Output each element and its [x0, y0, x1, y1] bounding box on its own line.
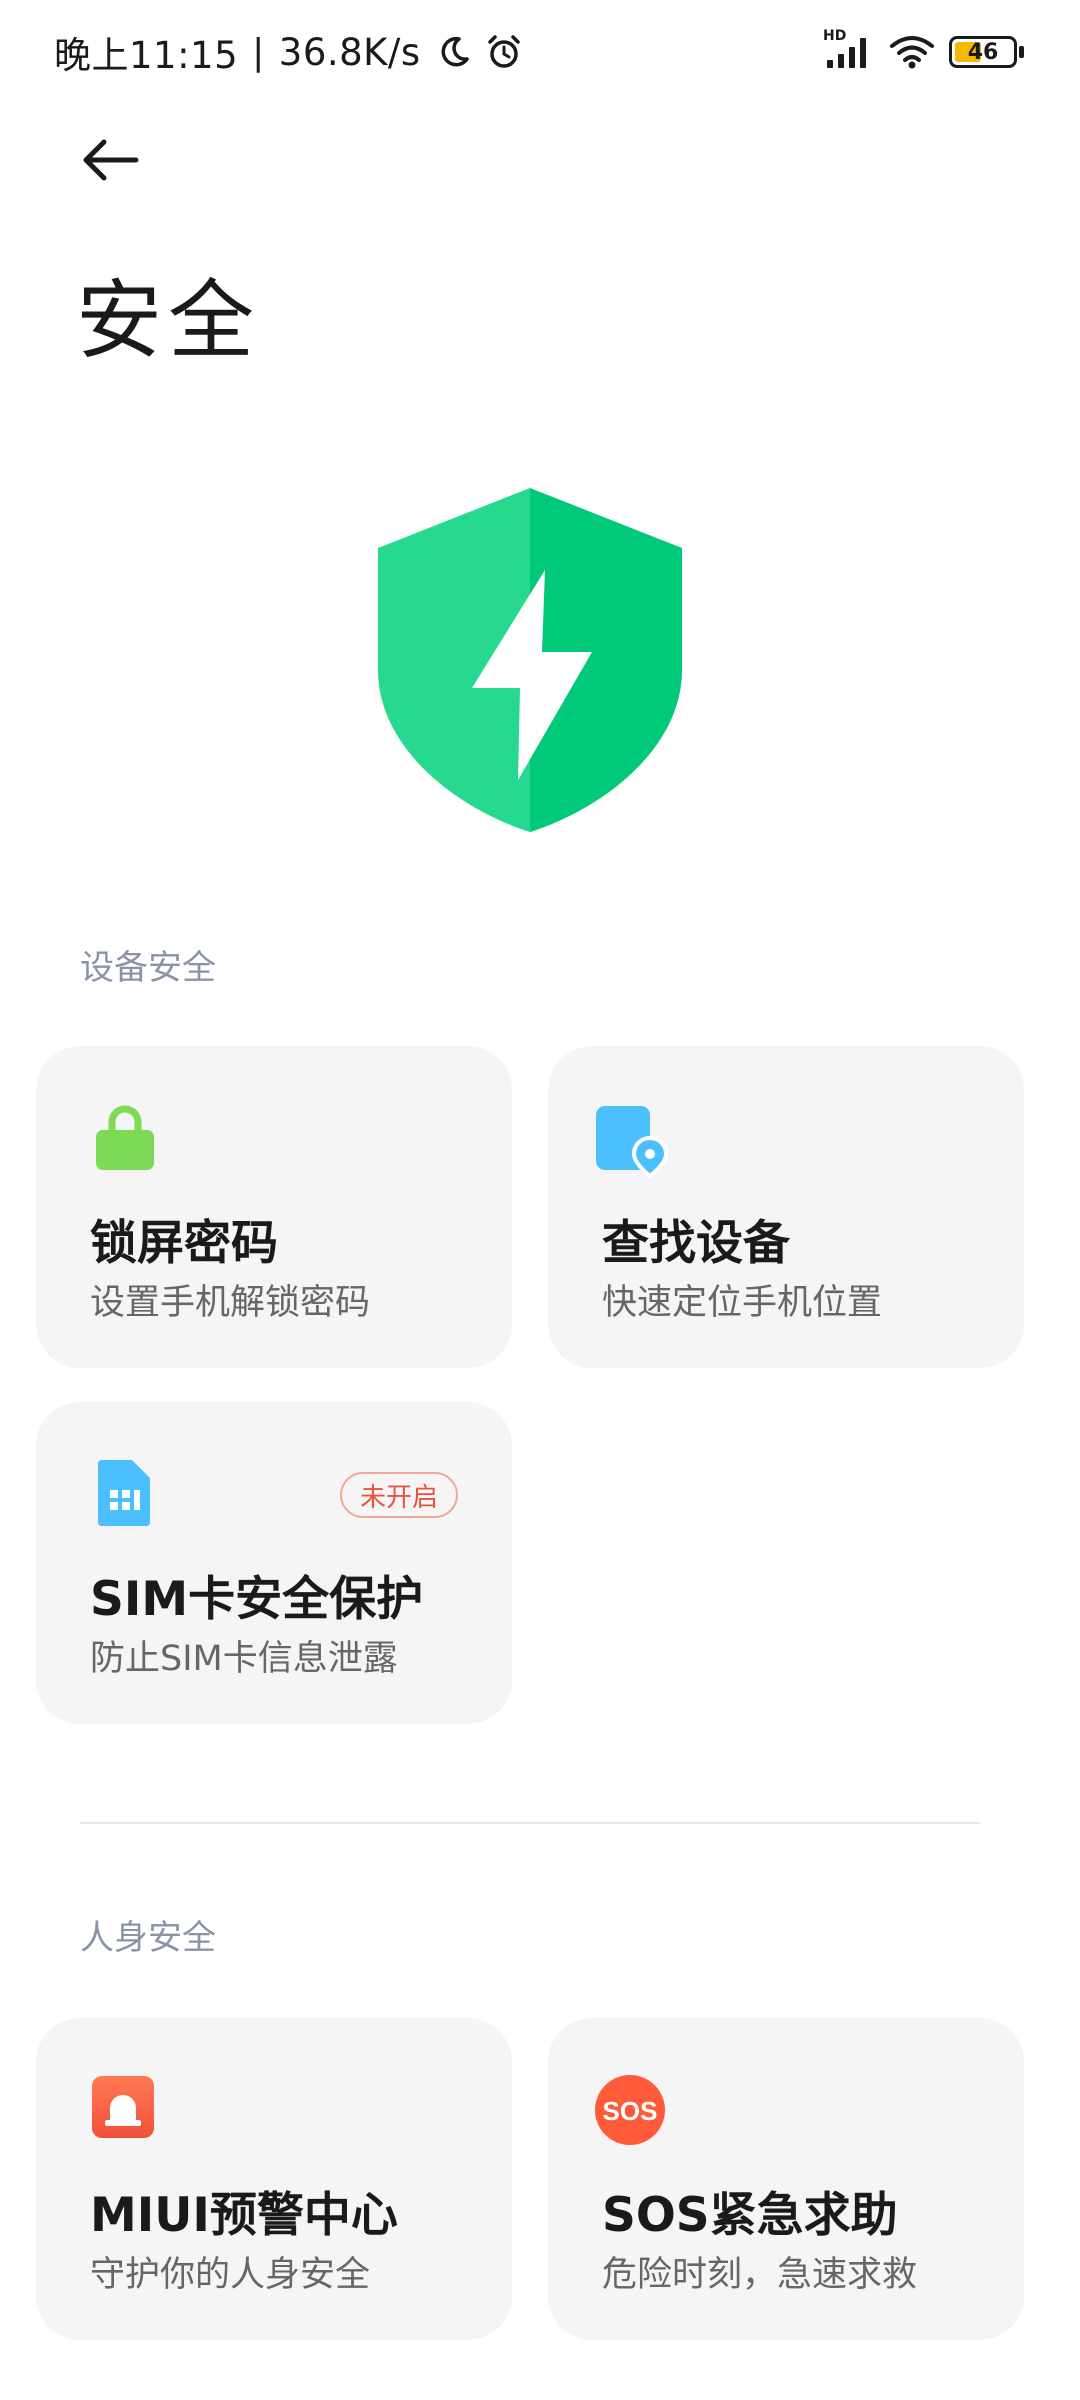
- status-bar: 晚上11:15 | 36.8K/s HD 46: [0, 0, 1080, 104]
- shield-icon: [370, 480, 690, 840]
- card-subtitle: 设置手机解锁密码: [90, 1283, 371, 1323]
- card-title: 锁屏密码: [90, 1216, 278, 1271]
- page-title: 安全: [76, 271, 260, 371]
- wifi-icon: [889, 34, 935, 70]
- card-title: MIUI预警中心: [90, 2188, 398, 2243]
- svg-text:SOS: SOS: [603, 2096, 658, 2126]
- network-speed: 36.8K/s: [278, 30, 421, 74]
- alarm-icon: [90, 2074, 160, 2144]
- card-subtitle: 危险时刻，急速求救: [602, 2255, 918, 2295]
- section-heading-device-security: 设备安全: [80, 948, 216, 988]
- find-device-icon: [594, 1102, 669, 1179]
- card-title: SOS紧急求助: [602, 2188, 898, 2243]
- moon-icon: [437, 35, 471, 69]
- card-title: 查找设备: [602, 1216, 790, 1271]
- status-left: 晚上11:15 | 36.8K/s: [54, 24, 523, 80]
- miui-alert-center-card[interactable]: MIUI预警中心 守护你的人身安全: [36, 2018, 512, 2340]
- lock-screen-password-card[interactable]: 锁屏密码 设置手机解锁密码: [36, 1046, 512, 1368]
- back-button[interactable]: [70, 120, 150, 200]
- sos-emergency-card[interactable]: SOS SOS紧急求助 危险时刻，急速求救: [548, 2018, 1024, 2340]
- security-page: 晚上11:15 | 36.8K/s HD 46 安全 设备安全 锁屏密码 设置手…: [0, 0, 1080, 2400]
- battery-level: 46: [967, 39, 999, 65]
- status-separator: |: [252, 31, 265, 73]
- section-heading-personal-safety: 人身安全: [80, 1918, 216, 1958]
- card-subtitle: 守护你的人身安全: [90, 2255, 371, 2295]
- hd-label: HD: [823, 28, 847, 44]
- battery-tip: [1019, 46, 1024, 58]
- card-title: SIM卡安全保护: [90, 1572, 424, 1627]
- card-subtitle: 快速定位手机位置: [602, 1283, 883, 1323]
- status-right: HD 46: [823, 28, 1024, 76]
- clock: 晚上11:15: [54, 34, 239, 77]
- back-arrow-icon: [83, 139, 139, 181]
- find-device-card[interactable]: 查找设备 快速定位手机位置: [548, 1046, 1024, 1368]
- lock-icon: [90, 1102, 160, 1172]
- alarm-clock-icon: [485, 33, 523, 71]
- sim-card-icon: [90, 1458, 160, 1528]
- card-subtitle: 防止SIM卡信息泄露: [90, 1639, 398, 1679]
- section-divider: [80, 1822, 980, 1824]
- status-badge: 未开启: [339, 1472, 458, 1518]
- sim-card-protection-card[interactable]: 未开启 SIM卡安全保护 防止SIM卡信息泄露: [36, 1402, 512, 1724]
- battery-icon: 46: [949, 36, 1017, 68]
- sos-icon: SOS: [594, 2074, 665, 2145]
- signal-icon: HD: [823, 28, 875, 70]
